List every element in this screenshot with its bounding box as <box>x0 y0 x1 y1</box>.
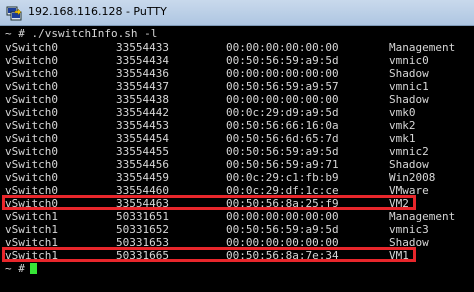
command-prompt-line: ~ # ./vswitchInfo.sh -l <box>5 27 158 40</box>
client-name: Management <box>389 41 456 54</box>
vswitch-name: vSwitch0 <box>5 145 58 158</box>
terminal-row: vSwitch0 33554454 00:50:56:6d:65:7d vmk1 <box>5 132 469 145</box>
client-name: vmnic1 <box>389 80 429 93</box>
mac-address: 00:00:00:00:00:00 <box>226 41 339 54</box>
vswitch-name: vSwitch1 <box>5 223 58 236</box>
title-bar[interactable]: 192.168.116.128 - PuTTY <box>0 0 474 26</box>
client-name: Win2008 <box>389 171 436 184</box>
mac-address: 00:50:56:59:a9:5d <box>226 145 339 158</box>
terminal-row: vSwitch1 50331651 00:00:00:00:00:00 Managem… <box>5 210 469 223</box>
client-name: vmk0 <box>389 106 416 119</box>
final-prompt: ~ # <box>5 262 25 275</box>
terminal-row: vSwitch1 50331652 00:50:56:59:a9:5d vmnic3 <box>5 223 469 236</box>
mac-address: 00:00:00:00:00:00 <box>226 210 339 223</box>
highlight-box <box>2 247 416 262</box>
port-id: 50331651 <box>116 210 169 223</box>
terminal-row: vSwitch0 33554456 00:50:56:59:a9:71 Shadow <box>5 158 469 171</box>
text-cursor <box>30 263 37 274</box>
terminal-area[interactable]: ~ # ./vswitchInfo.sh -l vSwitch0 33554433… <box>0 26 474 292</box>
vswitch-name: vSwitch0 <box>5 41 58 54</box>
vswitch-name: vSwitch0 <box>5 106 58 119</box>
mac-address: 00:50:56:66:16:0a <box>226 119 339 132</box>
client-name: Management <box>389 210 456 223</box>
client-name: vmnic2 <box>389 145 429 158</box>
vswitch-name: vSwitch0 <box>5 119 58 132</box>
terminal-row: vSwitch0 33554455 00:50:56:59:a9:5d vmnic2 <box>5 145 469 158</box>
client-name: vmk2 <box>389 119 416 132</box>
client-name: Shadow <box>389 67 429 80</box>
client-name: vmk1 <box>389 132 416 145</box>
port-id: 33554434 <box>116 54 169 67</box>
highlight-box <box>2 195 416 210</box>
putty-icon <box>6 6 22 21</box>
mac-address: 00:0c:29:c1:fb:b9 <box>226 171 339 184</box>
mac-address: 00:50:56:59:a9:71 <box>226 158 339 171</box>
vswitch-name: vSwitch0 <box>5 67 58 80</box>
port-id: 33554438 <box>116 93 169 106</box>
terminal-row: vSwitch0 33554459 00:0c:29:c1:fb:b9 Win2008 <box>5 171 469 184</box>
port-id: 33554442 <box>116 106 169 119</box>
mac-address: 00:00:00:00:00:00 <box>226 67 339 80</box>
port-id: 33554433 <box>116 41 169 54</box>
terminal-row: vSwitch0 33554453 00:50:56:66:16:0a vmk2 <box>5 119 469 132</box>
terminal-row: vSwitch0 33554434 00:50:56:59:a9:5d vmnic0 <box>5 54 469 67</box>
port-id: 33554459 <box>116 171 169 184</box>
vswitch-name: vSwitch0 <box>5 132 58 145</box>
vswitch-name: vSwitch0 <box>5 158 58 171</box>
vswitch-name: vSwitch1 <box>5 210 58 223</box>
port-id: 33554456 <box>116 158 169 171</box>
client-name: Shadow <box>389 158 429 171</box>
terminal-row: vSwitch0 33554437 00:50:56:59:a9:57 vmnic1 <box>5 80 469 93</box>
putty-window: 192.168.116.128 - PuTTY ~ # ./vswitchInf… <box>0 0 474 292</box>
vswitch-name: vSwitch0 <box>5 54 58 67</box>
port-id: 33554454 <box>116 132 169 145</box>
port-id: 33554436 <box>116 67 169 80</box>
mac-address: 00:00:00:00:00:00 <box>226 93 339 106</box>
client-name: Shadow <box>389 93 429 106</box>
mac-address: 00:50:56:6d:65:7d <box>226 132 339 145</box>
vswitch-name: vSwitch0 <box>5 171 58 184</box>
port-id: 33554437 <box>116 80 169 93</box>
port-id: 50331652 <box>116 223 169 236</box>
mac-address: 00:50:56:59:a9:57 <box>226 80 339 93</box>
port-id: 33554455 <box>116 145 169 158</box>
terminal-row: vSwitch0 33554433 00:00:00:00:00:00 Managem… <box>5 41 469 54</box>
terminal-row: vSwitch0 33554442 00:0c:29:d9:a9:5d vmk0 <box>5 106 469 119</box>
window-title: 192.168.116.128 - PuTTY <box>28 5 167 18</box>
mac-address: 00:50:56:59:a9:5d <box>226 54 339 67</box>
vswitch-name: vSwitch0 <box>5 80 58 93</box>
terminal-row: vSwitch0 33554436 00:00:00:00:00:00 Shadow <box>5 67 469 80</box>
mac-address: 00:0c:29:d9:a9:5d <box>226 106 339 119</box>
port-id: 33554453 <box>116 119 169 132</box>
client-name: vmnic3 <box>389 223 429 236</box>
terminal-row: vSwitch0 33554438 00:00:00:00:00:00 Shadow <box>5 93 469 106</box>
client-name: vmnic0 <box>389 54 429 67</box>
mac-address: 00:50:56:59:a9:5d <box>226 223 339 236</box>
vswitch-name: vSwitch0 <box>5 93 58 106</box>
